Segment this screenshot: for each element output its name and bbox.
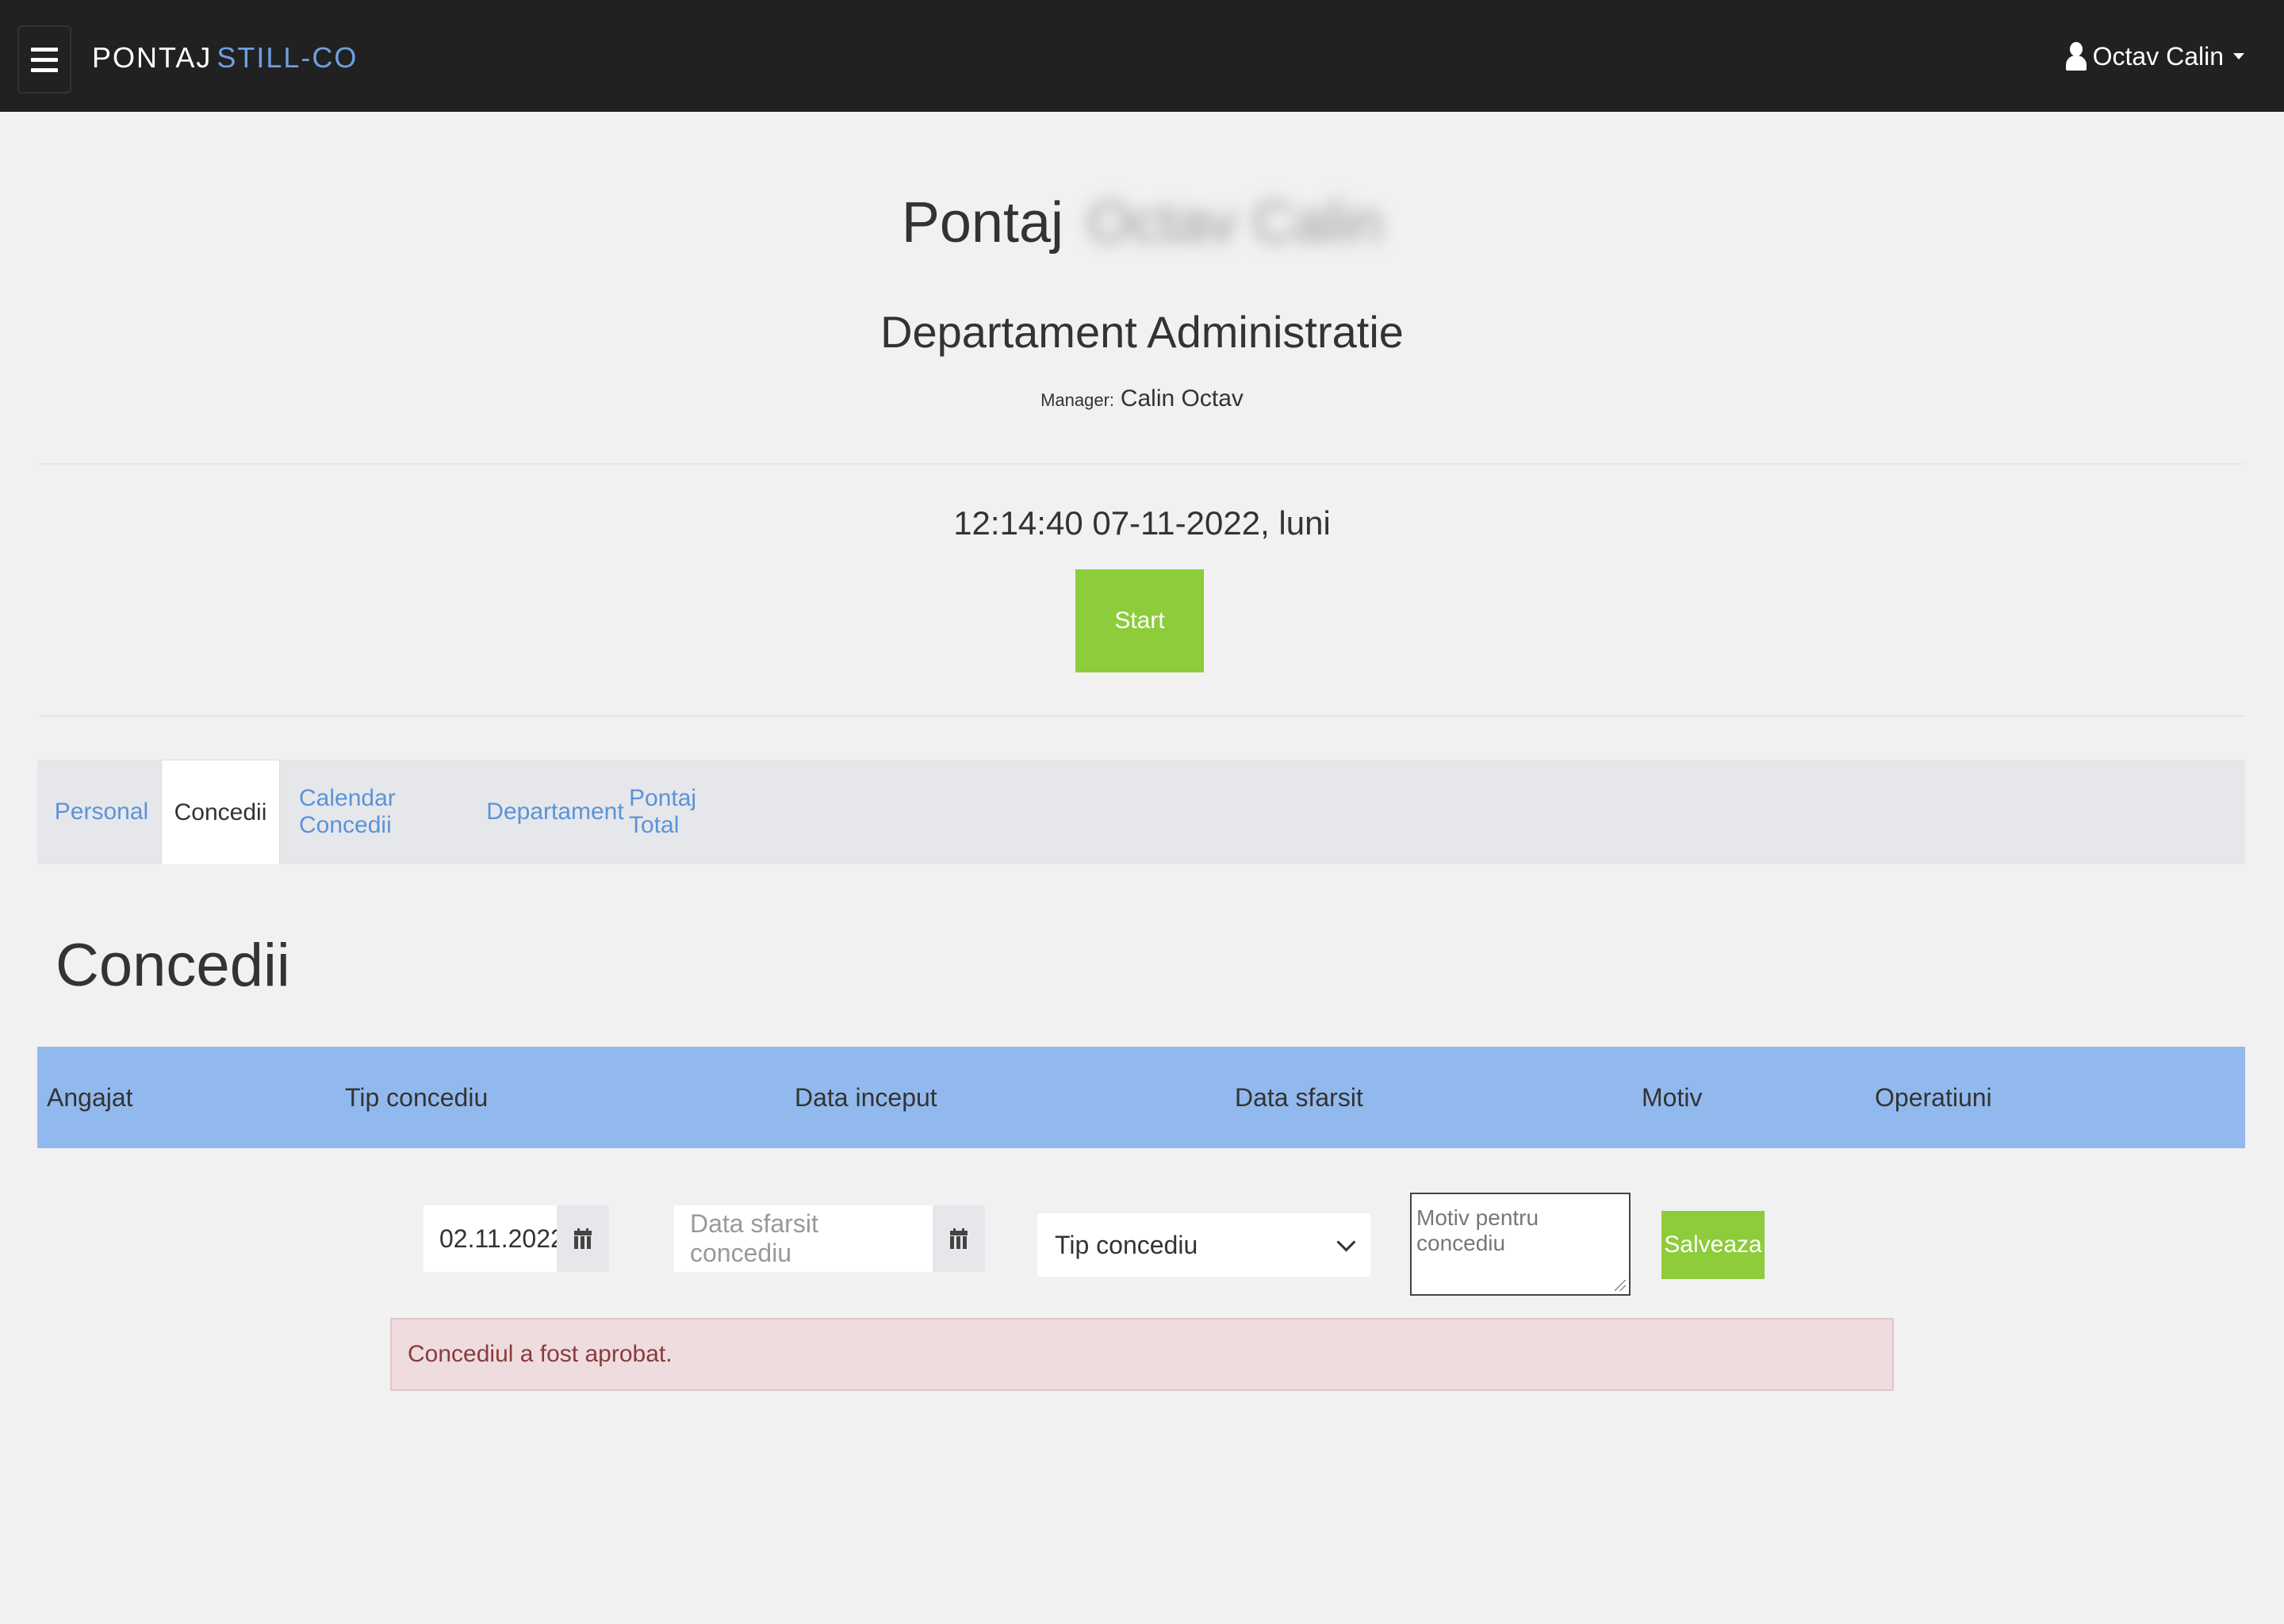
menu-toggle-button[interactable] (17, 25, 71, 94)
manager-name: Calin Octav (1120, 385, 1244, 412)
tab-personal[interactable]: Personal (55, 760, 148, 864)
resize-grip-icon[interactable] (1615, 1280, 1626, 1291)
divider (40, 463, 2244, 465)
page-title: Pontaj Octav Calin (0, 190, 2284, 255)
brand-accent: STILL-CO (217, 41, 358, 74)
table-header: Angajat Tip concediu Data inceput Data s… (37, 1047, 2245, 1148)
start-date-group: 02.11.2022 (423, 1205, 609, 1272)
caret-down-icon (2233, 53, 2244, 59)
column-header-operatiuni: Operatiuni (1875, 1083, 1992, 1112)
start-button[interactable]: Start (1075, 569, 1204, 672)
start-date-calendar-button[interactable] (557, 1205, 609, 1272)
employee-name-blurred: Octav Calin (1087, 191, 1383, 255)
manager-info: Manager: Calin Octav (0, 385, 2284, 412)
user-icon (2065, 42, 2087, 71)
top-navbar: PONTAJ STILL-CO Octav Calin (0, 0, 2284, 112)
hamburger-icon-bar (31, 57, 58, 62)
section-heading: Concedii (56, 932, 290, 999)
chevron-down-icon (1336, 1231, 1356, 1252)
user-menu-dropdown[interactable]: Octav Calin (2065, 36, 2244, 76)
calendar-icon (950, 1228, 968, 1249)
calendar-icon (574, 1228, 592, 1249)
column-header-data-sfarsit: Data sfarsit (1235, 1083, 1363, 1112)
hamburger-icon-bar (31, 47, 58, 52)
user-name: Octav Calin (2092, 41, 2224, 71)
page-title-text: Pontaj (901, 191, 1063, 255)
divider (40, 715, 2244, 717)
clock-display: 12:14:40 07-11-2022, luni (953, 504, 1331, 542)
save-button[interactable]: Salveaza (1661, 1211, 1765, 1279)
tab-departament[interactable]: Departament (486, 760, 623, 864)
tab-pontaj-total[interactable]: Pontaj Total (629, 760, 743, 864)
start-date-input[interactable]: 02.11.2022 (423, 1205, 565, 1272)
reason-textarea[interactable]: Motiv pentru concediu (1410, 1193, 1631, 1296)
leave-type-selected: Tip concediu (1055, 1230, 1198, 1259)
manager-label: Manager: (1040, 390, 1115, 410)
brand-logo[interactable]: PONTAJ STILL-CO (92, 41, 358, 75)
end-date-group: Data sfarsit concediu (674, 1205, 985, 1272)
leave-type-select[interactable]: Tip concediu (1037, 1213, 1370, 1277)
end-date-calendar-button[interactable] (933, 1205, 985, 1272)
tab-calendar-concedii[interactable]: Calendar Concedii (299, 760, 486, 864)
department-name: Departament Administratie (880, 307, 1404, 357)
brand-main: PONTAJ (92, 41, 213, 74)
column-header-data-inceput: Data inceput (795, 1083, 937, 1112)
alert-message: Concediul a fost aprobat. (390, 1318, 1894, 1391)
tab-concedii[interactable]: Concedii (161, 760, 280, 864)
hamburger-icon-bar (31, 67, 58, 72)
column-header-angajat: Angajat (47, 1083, 133, 1112)
column-header-motiv: Motiv (1642, 1083, 1703, 1112)
column-header-tip-concediu: Tip concediu (345, 1083, 489, 1112)
tab-bar: Personal Concedii Calendar Concedii Depa… (37, 760, 2245, 864)
reason-placeholder: Motiv pentru concediu (1416, 1205, 1539, 1255)
end-date-input[interactable]: Data sfarsit concediu (674, 1205, 933, 1272)
